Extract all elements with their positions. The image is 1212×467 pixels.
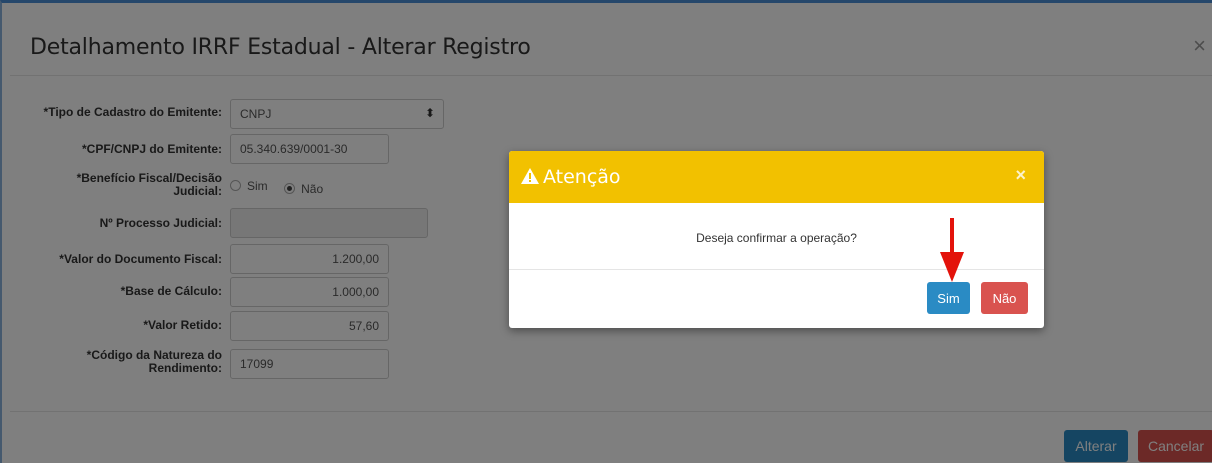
red-arrow-annotation-icon — [940, 218, 964, 282]
dialog-header: Atenção × — [509, 151, 1044, 203]
dialog-close-icon[interactable]: × — [1015, 165, 1026, 186]
dialog-title: Atenção — [543, 166, 621, 188]
warning-icon — [521, 168, 539, 184]
sim-button[interactable]: Sim — [927, 282, 970, 314]
nao-button[interactable]: Não — [981, 282, 1028, 314]
